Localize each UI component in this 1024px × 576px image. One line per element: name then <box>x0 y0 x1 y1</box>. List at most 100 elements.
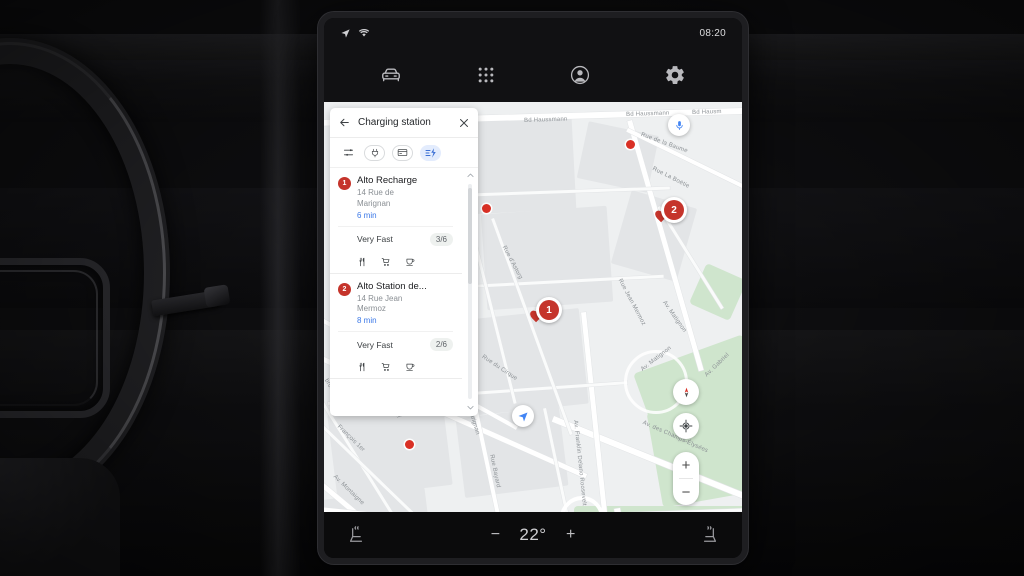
chevron-up-icon[interactable] <box>466 171 475 180</box>
zoom-in-button[interactable]: + <box>673 452 699 478</box>
list-item[interactable]: 2 Alto Station de... 14 Rue Jean Mermoz … <box>330 274 462 380</box>
station-badge: 1 <box>338 177 351 190</box>
station-eta: 6 min <box>357 210 377 220</box>
station-address-line1: 14 Rue de <box>357 188 394 197</box>
station-badge: 2 <box>338 282 351 296</box>
navigation-heading-arrow-icon <box>517 410 529 422</box>
station-charge-speed: Very Fast <box>357 234 393 245</box>
station-address-line2: Marignan <box>357 198 391 208</box>
filter-chip-fast-charge[interactable] <box>420 144 441 161</box>
city-block <box>459 307 589 417</box>
station-address-line2: Mermoz <box>357 304 386 314</box>
fast-charge-icon <box>425 147 437 159</box>
user-location-marker <box>512 405 534 427</box>
nav-item-car[interactable] <box>374 58 408 92</box>
scrollbar-track[interactable] <box>468 184 472 399</box>
screen: 08:20 Bd Haussmann Bd Haussmann Bd Hausm… <box>324 18 742 558</box>
restaurant-icon <box>357 362 367 372</box>
station-availability-badge: 2/6 <box>429 338 453 352</box>
my-location-button[interactable] <box>673 413 699 439</box>
panel-scrollbar[interactable] <box>462 168 478 416</box>
station-list[interactable]: 1 Alto Recharge 14 Rue de Marignan 6 min <box>330 168 462 416</box>
map-zoom-controls[interactable]: + − <box>673 452 699 505</box>
station-top-row: 1 Alto Recharge 14 Rue de Marignan 6 min <box>338 175 453 220</box>
apps-grid-icon <box>476 65 496 85</box>
tune-sliders-icon <box>343 147 354 158</box>
chevron-down-icon[interactable] <box>466 403 475 412</box>
map-street-label: Bd Haussmann <box>626 110 670 118</box>
station-charge-speed: Very Fast <box>357 339 393 350</box>
shopping-cart-icon <box>381 362 391 372</box>
map-marker-2[interactable]: 2 <box>653 197 687 223</box>
center-console-edge <box>260 0 300 576</box>
my-location-icon <box>679 419 693 433</box>
poi-dot[interactable] <box>405 440 414 449</box>
close-x-icon[interactable] <box>458 117 470 129</box>
marker-badge-label: 2 <box>664 200 684 220</box>
station-name: Alto Recharge <box>357 175 418 186</box>
nav-item-settings[interactable] <box>658 58 692 92</box>
restaurant-icon <box>357 257 367 267</box>
profile-account-icon <box>569 64 591 86</box>
station-top-row: 2 Alto Station de... 14 Rue Jean Mermoz … <box>338 280 453 326</box>
map-street-label: Bd Hausm <box>692 108 722 116</box>
list-item[interactable]: 1 Alto Recharge 14 Rue de Marignan 6 min <box>330 168 462 274</box>
map-street-label: Rue Jean Mermoz <box>616 278 647 327</box>
station-speed-row: Very Fast 2/6 <box>338 331 453 357</box>
cafe-icon <box>405 362 415 372</box>
station-speed-row: Very Fast 3/6 <box>338 225 453 252</box>
temperature-control: − 22° + <box>487 525 578 545</box>
filter-chip-payment[interactable] <box>392 144 413 161</box>
plug-connector-icon <box>370 148 380 158</box>
filter-chip-plug[interactable] <box>364 144 385 161</box>
map-canvas[interactable]: Bd Haussmann Bd Haussmann Bd Hausm Rue de l… <box>324 102 742 512</box>
filter-chip-tune[interactable] <box>339 144 357 161</box>
steering-wheel-spoke <box>0 258 110 418</box>
car-icon <box>380 64 402 86</box>
cafe-icon <box>405 257 415 267</box>
poi-dot[interactable] <box>626 140 635 149</box>
temperature-value: 22° <box>519 525 547 544</box>
panel-title: Charging station <box>358 117 431 128</box>
turn-signal-stalk-tip <box>203 284 231 308</box>
payment-card-icon <box>397 147 408 158</box>
navigation-arrow-icon <box>340 28 351 39</box>
steering-wheel-lower <box>0 458 120 576</box>
temperature-increase-button[interactable]: + <box>563 526 579 544</box>
status-bar: 08:20 <box>324 18 742 48</box>
compass-button[interactable] <box>673 379 699 405</box>
station-amenities <box>338 252 453 273</box>
station-availability-badge: 3/6 <box>429 232 453 246</box>
charging-station-panel: Charging station 1 Alto Recharge 14 Rue … <box>330 108 478 416</box>
driver-seat-heat-icon[interactable] <box>346 525 366 545</box>
settings-gear-icon <box>664 64 686 86</box>
station-eta: 8 min <box>357 316 377 326</box>
temperature-decrease-button[interactable]: − <box>487 526 503 544</box>
filter-chip-row <box>330 138 478 168</box>
wifi-icon <box>358 27 370 39</box>
map-marker-1[interactable]: 1 <box>528 297 562 323</box>
back-arrow-icon[interactable] <box>338 116 351 129</box>
panel-body: 1 Alto Recharge 14 Rue de Marignan 6 min <box>330 168 478 416</box>
climate-control-bar: − 22° + <box>324 512 742 558</box>
road-av-franklin-d-roosevelt <box>581 312 616 512</box>
voice-search-button[interactable] <box>668 114 690 136</box>
head-unit-display: 08:20 Bd Haussmann Bd Haussmann Bd Hausm… <box>318 12 748 564</box>
top-navigation-bar <box>324 48 742 102</box>
shopping-cart-icon <box>381 257 391 267</box>
station-amenities <box>338 357 453 378</box>
passenger-seat-heat-icon[interactable] <box>700 525 720 545</box>
zoom-out-button[interactable]: − <box>673 479 699 505</box>
poi-dot[interactable] <box>482 204 491 213</box>
marker-badge-label: 1 <box>539 300 559 320</box>
nav-item-profile[interactable] <box>563 58 597 92</box>
nav-item-apps[interactable] <box>469 58 503 92</box>
station-address-line1: 14 Rue Jean <box>357 293 403 303</box>
microphone-icon <box>674 120 685 131</box>
compass-icon <box>680 386 693 399</box>
city-block <box>480 205 614 311</box>
scrollbar-thumb[interactable] <box>468 188 472 284</box>
panel-header: Charging station <box>330 108 478 138</box>
station-name: Alto Station de... <box>357 280 427 292</box>
map-area[interactable]: Bd Haussmann Bd Haussmann Bd Hausm Rue de l… <box>324 102 742 512</box>
